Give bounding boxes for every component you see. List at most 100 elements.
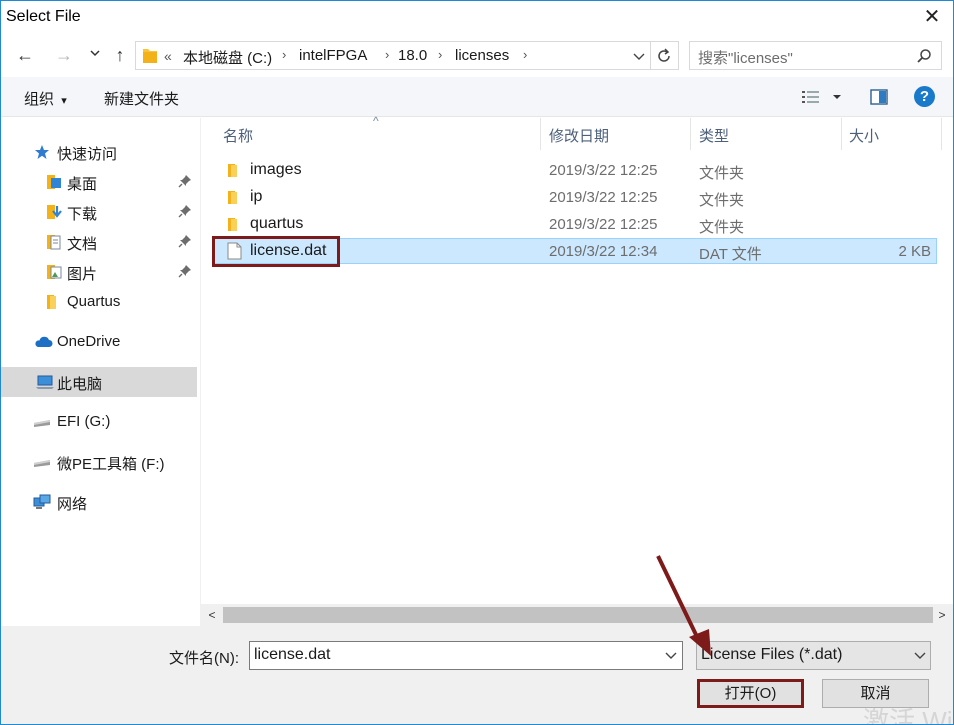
breadcrumb-intelfpga[interactable]: intelFPGA [299,47,367,64]
organize-menu-button[interactable]: 组织 ▾ [24,88,67,109]
help-icon[interactable]: ? [914,86,935,107]
scrollbar-thumb[interactable] [223,607,933,623]
pin-icon[interactable] [178,174,192,188]
new-folder-button[interactable]: 新建文件夹 [104,88,179,109]
network-icon [33,494,51,510]
file-type: 文件夹 [699,165,745,182]
caret-down-icon: ▾ [61,95,67,107]
file-date: 2019/3/22 12:25 [549,162,658,179]
folder-icon [227,217,242,232]
column-header-date[interactable]: 修改日期 [549,125,609,146]
file-date: 2019/3/22 12:25 [549,216,658,233]
desktop-icon [46,174,62,190]
document-icon [46,234,62,250]
file-row-quartus[interactable]: quartus 2019/3/22 12:25 文件夹 [214,212,937,238]
search-icon[interactable] [916,48,932,64]
sidebar-item-pictures[interactable]: 图片 [1,257,197,287]
breadcrumb-separator[interactable]: › [523,47,527,62]
column-divider[interactable] [941,118,942,150]
file-row-ip[interactable]: ip 2019/3/22 12:25 文件夹 [214,185,937,211]
folder-icon [227,163,242,178]
scroll-left-icon[interactable]: < [202,605,222,625]
sidebar-item-documents[interactable]: 文档 [1,227,197,257]
filename-input[interactable]: license.dat [249,641,683,670]
drive-icon [33,414,51,430]
sidebar-item-downloads[interactable]: 下载 [1,197,197,227]
breadcrumb-separator[interactable]: › [385,47,389,62]
sidebar-item-this-pc[interactable]: 此电脑 [1,367,197,397]
dialog-footer: 文件名(N): license.dat License Files (*.dat… [1,626,953,724]
column-divider[interactable] [841,118,842,150]
organize-label: 组织 [24,91,55,108]
title-bar: Select File ✕ [1,1,953,34]
drive-icon [33,454,51,470]
sidebar-item-label: 文档 [67,236,98,253]
pin-icon[interactable] [178,264,192,278]
pin-icon[interactable] [178,234,192,248]
breadcrumb-drive-c[interactable]: 本地磁盘 (C:) [183,47,272,68]
sidebar-item-label: Quartus [67,293,121,310]
breadcrumb-18-0[interactable]: 18.0 [398,47,427,64]
sidebar-item-label: 桌面 [67,176,98,193]
address-bar[interactable]: « 本地磁盘 (C:) › intelFPGA › 18.0 › license… [135,41,679,70]
sort-ascending-icon: ^ [373,114,379,128]
sidebar-item-label: EFI (G:) [57,413,111,430]
refresh-icon[interactable] [655,47,673,65]
sidebar-item-label: OneDrive [57,333,121,350]
filter-value: License Files (*.dat) [701,646,843,663]
sidebar-item-network[interactable]: 网络 [1,487,197,517]
sidebar-item-desktop[interactable]: 桌面 [1,167,197,197]
cloud-icon [33,334,53,350]
column-header-size[interactable]: 大小 [849,125,879,146]
activation-watermark: 激活 Wi [863,706,953,725]
sidebar-item-label: 网络 [57,496,88,513]
pane-splitter[interactable] [200,118,201,626]
back-arrow-icon[interactable]: ← [13,42,37,68]
folder-icon [46,294,62,310]
column-divider[interactable] [690,118,691,150]
close-icon[interactable]: ✕ [917,3,947,31]
column-divider[interactable] [540,118,541,150]
up-arrow-icon[interactable]: ↑ [108,42,132,68]
command-toolbar: 组织 ▾ 新建文件夹 ? [1,77,953,117]
sidebar-item-quick-access[interactable]: 快速访问 [1,137,197,167]
breadcrumb-licenses[interactable]: licenses [455,47,509,64]
breadcrumb-separator[interactable]: › [282,47,286,62]
column-header-name[interactable]: 名称 [223,125,253,146]
recent-locations-chevron-icon[interactable] [83,40,107,66]
sidebar-item-onedrive[interactable]: OneDrive [1,327,197,357]
scroll-right-icon[interactable]: > [932,605,952,625]
sidebar-item-label: 下载 [67,206,98,223]
file-row-images[interactable]: images 2019/3/22 12:25 文件夹 [214,158,937,184]
star-icon [34,144,50,160]
picture-icon [46,264,62,280]
file-size: 2 KB [898,243,931,260]
sidebar-item-label: 此电脑 [57,376,103,393]
pin-icon[interactable] [178,204,192,218]
sidebar-item-label: 微PE工具箱 (F:) [57,456,165,473]
sidebar-item-efi-drive[interactable]: EFI (G:) [1,407,197,437]
filename-value: license.dat [254,646,331,663]
preview-pane-icon[interactable] [870,89,888,105]
sidebar-item-label: 快速访问 [57,146,118,163]
search-input[interactable]: 搜索"licenses" [689,41,942,70]
filename-label: 文件名(N): [169,650,239,667]
file-type-filter-select[interactable]: License Files (*.dat) [696,641,931,670]
address-dropdown-icon[interactable] [632,49,646,63]
column-header-type[interactable]: 类型 [699,125,729,146]
file-name: images [250,161,302,178]
breadcrumb-separator[interactable]: › [438,47,442,62]
view-options-icon[interactable] [801,90,843,104]
file-date: 2019/3/22 12:25 [549,189,658,206]
forward-arrow-icon[interactable]: → [52,42,76,68]
window-title: Select File [6,8,81,25]
breadcrumb-overflow[interactable]: « [164,48,172,64]
filename-dropdown-icon[interactable] [664,648,678,662]
search-placeholder: 搜索"licenses" [698,50,793,67]
sidebar-item-quartus[interactable]: Quartus [1,287,197,317]
annotation-highlight-box [212,236,340,267]
open-button[interactable]: 打开(O) [697,679,804,708]
horizontal-scrollbar[interactable]: < > [201,604,953,626]
file-type: DAT 文件 [699,246,762,263]
sidebar-item-pe-drive[interactable]: 微PE工具箱 (F:) [1,447,197,477]
